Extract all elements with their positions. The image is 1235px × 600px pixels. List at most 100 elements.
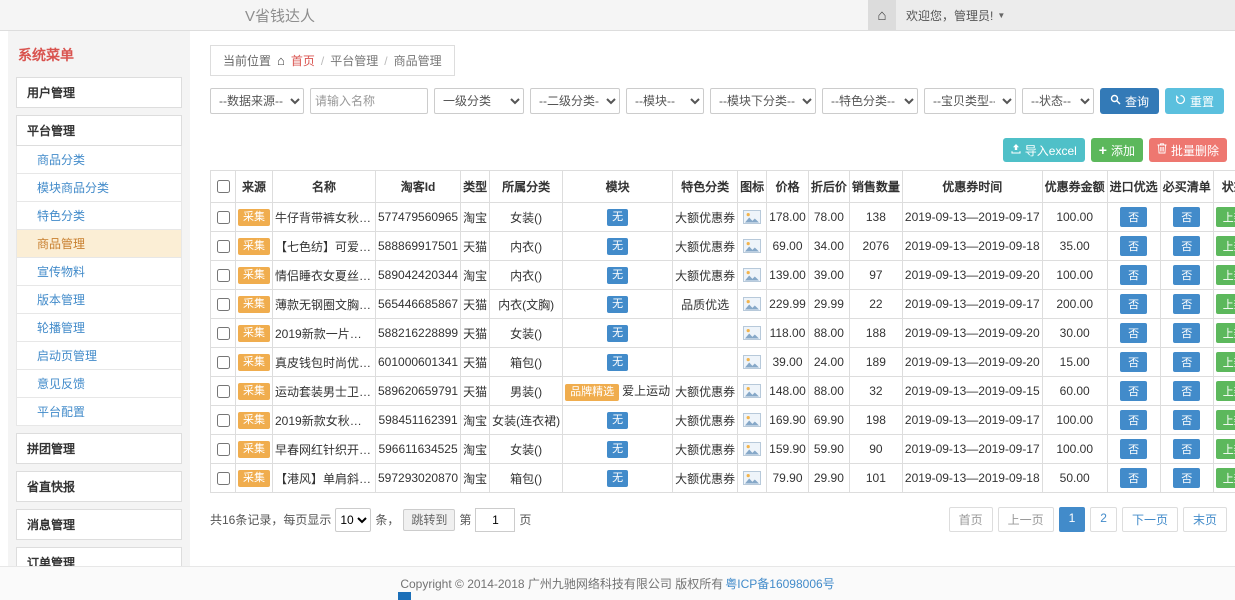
sidebar-group-header[interactable]: 拼团管理 [16,433,182,464]
row-checkbox[interactable] [217,385,230,398]
search-button[interactable]: 查询 [1100,88,1159,114]
cell-import-select: 否 [1107,406,1160,435]
must-buy-toggle[interactable]: 否 [1173,294,1200,314]
status-button[interactable]: 上架 [1216,323,1235,343]
import-select-toggle[interactable]: 否 [1120,468,1147,488]
page-number-input[interactable] [475,508,515,532]
row-checkbox[interactable] [217,443,230,456]
sidebar-item[interactable]: 商品分类 [16,146,182,174]
row-checkbox[interactable] [217,240,230,253]
must-buy-toggle[interactable]: 否 [1173,439,1200,459]
import-select-toggle[interactable]: 否 [1120,323,1147,343]
cell-checkbox [211,261,236,290]
select-all-checkbox[interactable] [217,180,230,193]
level2-category-filter-select[interactable]: --二级分类-- [530,88,620,114]
sidebar-item[interactable]: 商品管理 [16,230,182,258]
sidebar-item[interactable]: 轮播管理 [16,314,182,342]
import-select-toggle[interactable]: 否 [1120,207,1147,227]
row-checkbox[interactable] [217,414,230,427]
row-checkbox[interactable] [217,327,230,340]
product-name[interactable]: 【七色纺】可爱纯棉家... [275,240,376,254]
page-size-select[interactable]: 10 [335,508,371,532]
product-name[interactable]: 情侣睡衣女夏丝绸男士... [275,269,376,283]
reset-button[interactable]: 重置 [1165,88,1224,114]
item-type-filter-select[interactable]: --宝贝类型-- [924,88,1016,114]
sidebar-item[interactable]: 意见反馈 [16,370,182,398]
row-checkbox[interactable] [217,356,230,369]
sidebar-group-header[interactable]: 省直快报 [16,471,182,502]
sidebar-group-header[interactable]: 消息管理 [16,509,182,540]
status-button[interactable]: 上架 [1216,265,1235,285]
module-filter-select[interactable]: --模块-- [626,88,704,114]
must-buy-toggle[interactable]: 否 [1173,323,1200,343]
import-select-toggle[interactable]: 否 [1120,381,1147,401]
product-name[interactable]: 真皮钱包时尚优雅女士... [275,356,376,370]
status-button[interactable]: 上架 [1216,207,1235,227]
product-name[interactable]: 【港风】单肩斜挎链条... [275,472,376,486]
status-button[interactable]: 上架 [1216,352,1235,372]
sidebar-group-header[interactable]: 平台管理 [16,115,182,146]
pagination-button[interactable]: 末页 [1183,507,1227,532]
product-name[interactable]: 牛仔背带裤女秋装减龄... [275,211,376,225]
pagination-button[interactable]: 首页 [949,507,993,532]
jump-button[interactable]: 跳转到 [403,509,455,531]
status-button[interactable]: 上架 [1216,236,1235,256]
import-select-toggle[interactable]: 否 [1120,294,1147,314]
product-name[interactable]: 运动套装男士卫衣初秋... [275,385,376,399]
name-filter-input[interactable] [310,88,428,114]
status-button[interactable]: 上架 [1216,381,1235,401]
status-button[interactable]: 上架 [1216,439,1235,459]
sidebar-item[interactable]: 平台配置 [16,398,182,426]
status-button[interactable]: 上架 [1216,294,1235,314]
product-name[interactable]: 2019新款一片式系... [275,327,376,341]
sidebar-item[interactable]: 特色分类 [16,202,182,230]
product-name[interactable]: 早春网红针织开衫女春... [275,443,376,457]
row-checkbox[interactable] [217,472,230,485]
status-button[interactable]: 上架 [1216,468,1235,488]
jump-suffix-text: 页 [519,511,531,528]
import-select-toggle[interactable]: 否 [1120,352,1147,372]
row-checkbox[interactable] [217,298,230,311]
must-buy-toggle[interactable]: 否 [1173,207,1200,227]
pagination-summary: 共16条记录，每页显示 10 条， 跳转到 第 页 [210,508,531,532]
import-select-toggle[interactable]: 否 [1120,265,1147,285]
sidebar-item[interactable]: 启动页管理 [16,342,182,370]
sidebar-group-header[interactable]: 用户管理 [16,77,182,108]
add-button[interactable]: + 添加 [1091,138,1143,162]
import-select-toggle[interactable]: 否 [1120,236,1147,256]
import-select-toggle[interactable]: 否 [1120,410,1147,430]
must-buy-toggle[interactable]: 否 [1173,265,1200,285]
batch-delete-button[interactable]: 批量删除 [1149,138,1227,162]
status-button[interactable]: 上架 [1216,410,1235,430]
pagination-button[interactable]: 下一页 [1122,507,1178,532]
cell-category: 内衣() [490,232,563,261]
icp-link[interactable]: 粤ICP备16098006号 [725,575,834,592]
status-filter-select[interactable]: --状态-- [1022,88,1094,114]
product-name[interactable]: 2019新款女秋薄款... [275,414,376,428]
must-buy-toggle[interactable]: 否 [1173,236,1200,256]
must-buy-toggle[interactable]: 否 [1173,352,1200,372]
product-name[interactable]: 薄款无钢圈文胸聚拢性... [275,298,376,312]
breadcrumb-item[interactable]: 首页 [291,52,315,69]
data-source-filter-select[interactable]: --数据来源-- [210,88,304,114]
row-checkbox[interactable] [217,269,230,282]
import-excel-button[interactable]: 导入excel [1003,138,1085,162]
cell-taoke-id: 577479560965 [376,203,461,232]
level1-category-filter-select[interactable]: 一级分类 [434,88,524,114]
must-buy-toggle[interactable]: 否 [1173,381,1200,401]
must-buy-toggle[interactable]: 否 [1173,410,1200,430]
special-category-filter-select[interactable]: --特色分类-- [822,88,918,114]
import-select-toggle[interactable]: 否 [1120,439,1147,459]
module-sub-category-filter-select[interactable]: --模块下分类-- [710,88,816,114]
sidebar-group-header[interactable]: 订单管理 [16,547,182,567]
pagination-button[interactable]: 2 [1090,507,1117,532]
pagination-button[interactable]: 上一页 [998,507,1054,532]
pagination-button[interactable]: 1 [1059,507,1086,532]
sidebar-item[interactable]: 版本管理 [16,286,182,314]
sidebar-item[interactable]: 模块商品分类 [16,174,182,202]
must-buy-toggle[interactable]: 否 [1173,468,1200,488]
sidebar-item[interactable]: 宣传物料 [16,258,182,286]
home-icon[interactable]: ⌂ [868,0,896,30]
row-checkbox[interactable] [217,211,230,224]
user-menu[interactable]: 欢迎您，管理员! ▼ [896,7,1015,24]
